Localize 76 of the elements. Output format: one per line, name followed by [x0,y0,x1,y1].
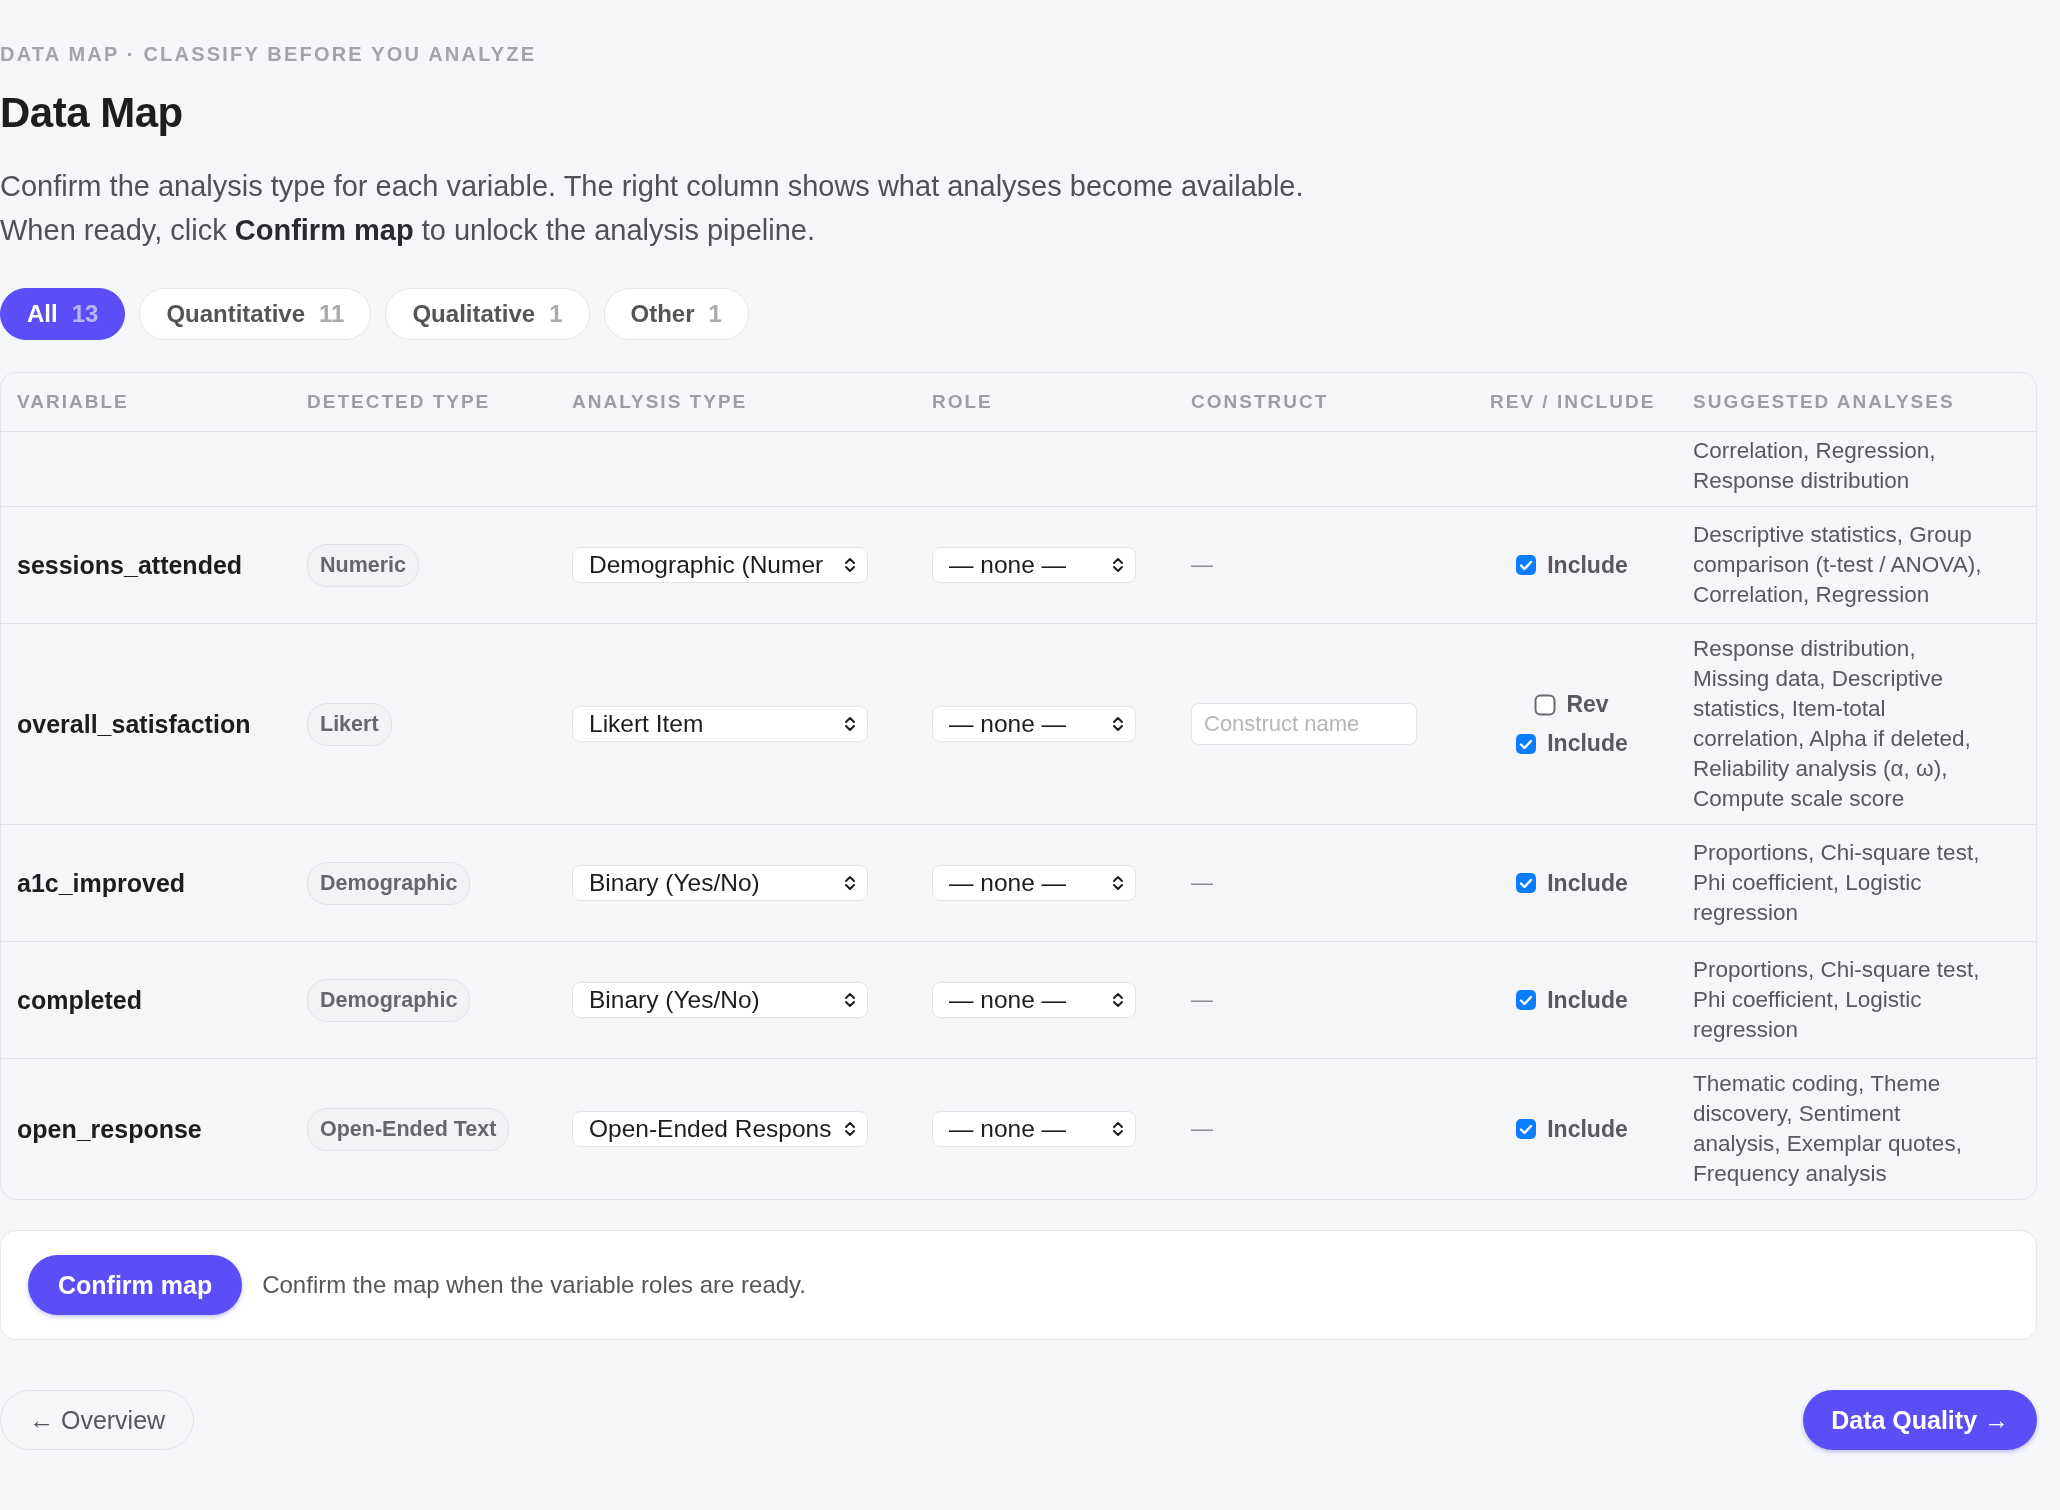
checkbox[interactable] [1515,1118,1538,1140]
description-text: When ready, click Confirm map to unlock the analysis pipeline. [0,213,817,248]
column-header: DETECTED TYPE [307,391,492,413]
count-label: 11 [319,300,345,328]
checkbox[interactable] [1515,732,1538,755]
variable-name: completed [17,985,144,1015]
suggested-analyses: Proportions, Chi-square test, Phi coefficient, Logistic regression [1693,839,1981,927]
empty-dash: — [1191,987,1213,1012]
variable-name: sessions_attended [17,550,244,580]
role-select[interactable]: — none — [932,547,1136,583]
checkbox-label: Include [1547,869,1628,897]
checkbox[interactable] [1534,693,1557,716]
checkbox-label: Include [1547,1115,1628,1143]
column-header: ROLE [932,391,994,413]
type-badge: Demographic [307,861,471,905]
checkbox[interactable] [1515,554,1538,576]
empty-dash: — [1191,1116,1213,1141]
role-select[interactable]: — none — [932,865,1136,901]
column-header: SUGGESTED ANALYSES [1693,391,1956,413]
count-label: 13 [71,300,99,328]
column-header: REV / INCLUDE [1490,391,1657,413]
chevron-icon [1111,873,1125,893]
chevron-icon [1111,555,1125,575]
variable-name: a1c_improved [17,868,187,898]
chevron-icon [1111,714,1125,734]
page-title: Data Map [0,88,184,138]
suggested-analyses: Correlation, Regression, Response distribution [1693,437,1937,495]
description-text: Confirm the analysis type for each variable. The right column shows what analyses become available. [0,169,1305,204]
confirm-map-button[interactable]: Confirm map [28,1255,243,1315]
checkbox[interactable] [1515,989,1538,1011]
type-badge: Numeric [307,543,420,587]
type-badge: Demographic [307,978,471,1022]
type-badge: Likert [307,702,392,746]
variable-name: overall_satisfaction [17,709,252,739]
checkbox-label: Include [1547,730,1628,757]
suggested-analyses: Thematic coding, Theme discovery, Sentiment analysis, Exemplar quotes, Frequency analysis [1693,1070,1963,1188]
suggested-analyses: Response distribution, Missing data, Descriptive statistics, Item-total correlation, Alpha if deleted, Reliability analysis (α, ω), Compute scale score [1693,635,1972,813]
suggested-analyses: Proportions, Chi-square test, Phi coefficient, Logistic regression [1693,956,1981,1044]
empty-dash: — [1191,870,1213,895]
analysis-type-select[interactable]: Likert Item [572,706,868,742]
count-label: 1 [549,300,563,328]
checkbox-label: Include [1547,551,1628,579]
helper-text: Confirm the map when the variable roles are ready. [262,1271,806,1299]
filter-tab[interactable]: All 13 [0,288,126,340]
column-header: CONSTRUCT [1191,391,1330,413]
back-button[interactable]: ← Overview [0,1390,195,1450]
analysis-type-select[interactable]: Binary (Yes/No) [572,865,868,901]
checkbox-label: Include [1547,986,1628,1014]
column-header: VARIABLE [17,391,130,413]
chevron-icon [1111,1119,1125,1139]
role-select[interactable]: — none — [932,1111,1136,1147]
variable-name: open_response [17,1114,203,1144]
checkbox-label: Rev [1566,691,1609,718]
chevron-icon [843,1119,857,1139]
type-badge: Open-Ended Text [307,1107,510,1151]
empty-dash: — [1191,552,1213,577]
chevron-icon [843,873,857,893]
analysis-type-select[interactable]: Open-Ended Respons [572,1111,868,1147]
chevron-icon [843,990,857,1010]
chevron-icon [843,555,857,575]
role-select[interactable]: — none — [932,706,1136,742]
eyebrow-label: DATA MAP · CLASSIFY BEFORE YOU ANALYZE [0,42,538,66]
construct-field[interactable]: Construct name [1191,703,1417,745]
checkbox[interactable] [1515,872,1538,894]
column-header: ANALYSIS TYPE [572,391,749,413]
filter-tab[interactable]: Qualitative 1 [385,288,590,340]
next-button[interactable]: Data Quality → [1803,1390,2037,1450]
role-select[interactable]: — none — [932,982,1136,1018]
analysis-type-select[interactable]: Binary (Yes/No) [572,982,868,1018]
analysis-type-select[interactable]: Demographic (Numer [572,547,868,583]
count-label: 1 [708,300,722,328]
suggested-analyses: Descriptive statistics, Group comparison (t-test / ANOVA), Correlation, Regression [1693,521,1983,609]
filter-tab[interactable]: Quantitative 11 [139,288,372,340]
chevron-icon [843,714,857,734]
filter-tab[interactable]: Other 1 [603,288,749,340]
chevron-icon [1111,990,1125,1010]
